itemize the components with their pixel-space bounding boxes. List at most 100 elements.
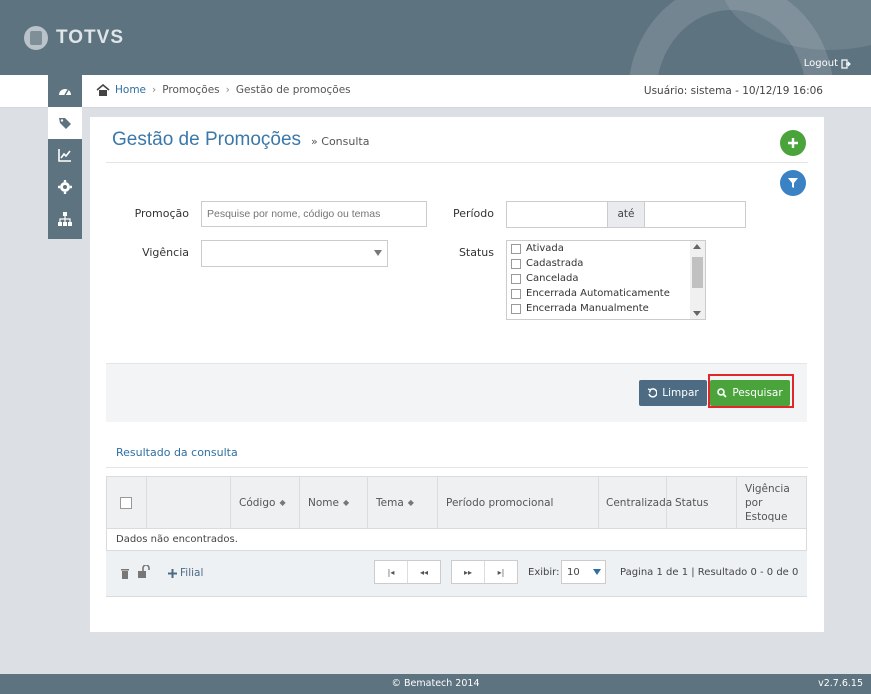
page-size-select[interactable]: 10 [561,560,606,584]
side-nav [48,75,82,239]
checkbox[interactable] [511,258,521,269]
page-size-value: 10 [567,567,580,578]
column-label: Centralizada [606,496,673,509]
status-option[interactable]: Cadastrada [507,256,705,271]
status-multiselect[interactable]: Ativada Cadastrada Cancelada Encerrada A… [506,240,706,320]
add-promotion-button[interactable] [780,130,806,156]
plus-icon [788,138,798,148]
status-option-label: Encerrada Manualmente [526,303,649,314]
column-label: Vigência por Estoque [745,482,790,523]
checkbox[interactable] [511,303,521,314]
column-centralizada: Centralizada [599,477,672,528]
breadcrumb-home[interactable]: Home [115,84,146,96]
page-title: Gestão de Promoções [112,129,302,150]
pager-next-last: ▸▸ ▸| [451,560,518,584]
vigencia-select[interactable] [201,240,388,267]
status-option[interactable]: Encerrada Automaticamente [507,286,705,301]
vigencia-label: Vigência [142,246,189,259]
checkbox[interactable] [511,288,521,299]
page-title-row: Gestão de Promoções » Consulta [112,129,369,151]
page-subtitle: » Consulta [311,135,370,148]
sort-icon[interactable]: ◆ [408,498,414,507]
breadcrumb-promocoes[interactable]: Promoções [162,84,219,96]
home-icon [96,84,110,96]
empty-results-row: Dados não encontrados. [106,529,807,551]
column-label: Tema [376,496,404,509]
totvs-logo-icon [24,26,48,50]
dashboard-icon [59,89,71,96]
table-footer: Filial |◂ ◂◂ ▸▸ ▸| Exibir: 10 Pagina 1 d… [106,551,807,597]
breadcrumb-separator: › [152,84,157,96]
logout-icon [841,58,851,69]
column-vigencia-estoque: Vigência por Estoque [737,477,806,528]
checkbox[interactable] [511,243,521,254]
scroll-up-icon[interactable] [693,244,701,249]
prev-page-icon[interactable]: ◂◂ [408,561,440,583]
sort-icon[interactable]: ◆ [279,498,285,507]
column-nome[interactable]: Nome ◆ [300,477,368,528]
copyright: © Bematech 2014 [391,678,480,689]
filter-button[interactable] [780,170,806,196]
column-label: Status [675,496,709,509]
breadcrumb: Home › Promoções › Gestão de promoções [96,84,351,96]
breadcrumb-bar: Home › Promoções › Gestão de promoções U… [0,75,871,108]
periodo-start-input[interactable] [506,201,608,228]
periodo-ate-addon: até [607,201,645,228]
clear-button[interactable]: Limpar [639,380,707,406]
sidenav-configuracoes[interactable] [48,171,82,203]
status-scrollbar[interactable] [690,241,705,319]
next-page-icon[interactable]: ▸▸ [452,561,485,583]
breadcrumb-separator: › [225,84,230,96]
user-info: Usuário: sistema - 10/12/19 16:06 [643,85,823,97]
logout-label: Logout [803,58,838,69]
add-filial-button[interactable]: Filial [168,567,203,579]
main-card: Gestão de Promoções » Consulta Promoção … [90,117,824,632]
search-button-highlight [708,374,794,408]
page-size-label: Exibir: [528,567,560,578]
chevron-down-icon [593,569,601,575]
divider [106,162,808,163]
undo-icon [648,388,658,398]
sidenav-relatorios[interactable] [48,139,82,171]
breadcrumb-current: Gestão de promoções [235,84,351,96]
sidenav-estrutura[interactable] [48,203,82,235]
sitemap-icon [58,212,72,226]
divider [106,467,808,468]
results-table-header: Código ◆ Nome ◆ Tema ◆ Período promocional … [106,476,807,529]
status-option[interactable]: Encerrada Manualmente [507,301,705,316]
scroll-down-icon[interactable] [693,311,701,316]
periodo-end-input[interactable] [644,201,746,228]
promocao-search-input[interactable] [201,201,427,227]
unlock-icon[interactable] [137,565,151,578]
trash-icon[interactable] [120,567,130,579]
column-periodo: Período promocional [438,477,599,528]
last-page-icon[interactable]: ▸| [485,561,517,583]
status-option-label: Ativada [526,243,564,254]
column-tema[interactable]: Tema ◆ [368,477,438,528]
logout-link[interactable]: Logout [804,58,851,69]
totvs-logo: TOTVS [24,26,124,50]
pagination-info: Pagina 1 de 1 | Resultado 0 - 0 de 0 [620,567,799,578]
status-option[interactable]: Ativada [507,241,705,256]
column-status: Status [667,477,737,528]
column-codigo[interactable]: Código ◆ [231,477,300,528]
clear-button-label: Limpar [662,387,699,399]
chevron-down-icon [374,250,382,256]
status-option-label: Cadastrada [526,258,584,269]
plus-icon [168,568,177,578]
status-label: Status [458,246,494,259]
logo-text: TOTVS [56,27,124,48]
select-all-checkbox[interactable] [120,496,132,509]
column-label: Nome [308,496,339,509]
sidenav-dashboard[interactable] [48,75,82,107]
column-blank [147,477,231,528]
sidenav-promocoes[interactable] [48,107,82,139]
status-option-label: Encerrada Automaticamente [526,288,670,299]
scroll-thumb[interactable] [692,257,703,288]
chart-icon [58,149,71,162]
status-option[interactable]: Cancelada [507,271,705,286]
first-page-icon[interactable]: |◂ [375,561,408,583]
checkbox[interactable] [511,273,521,284]
sort-icon[interactable]: ◆ [343,498,349,507]
select-all-cell [107,477,147,528]
